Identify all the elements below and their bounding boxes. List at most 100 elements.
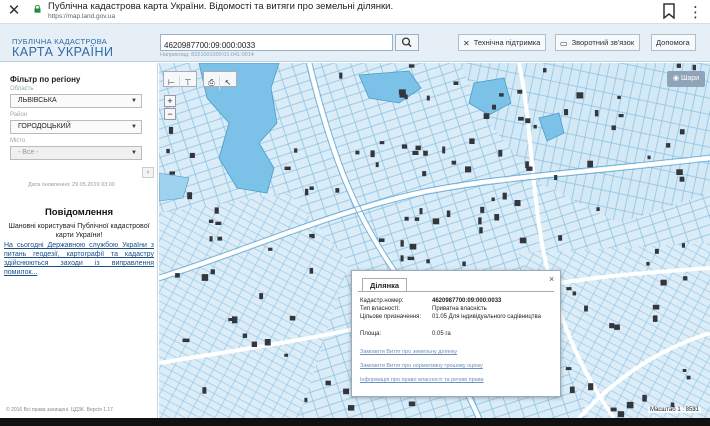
close-icon[interactable]: × xyxy=(549,274,554,284)
rayon-label: Район xyxy=(10,112,28,118)
building-footprint xyxy=(692,64,696,71)
building-footprint xyxy=(432,218,440,225)
building-footprint xyxy=(686,375,691,380)
building-footprint xyxy=(415,145,421,151)
building-footprint xyxy=(414,217,420,221)
building-footprint xyxy=(618,114,624,118)
tool-group-measure: ⊢ ⊤ xyxy=(163,71,197,90)
order-valuation-link[interactable]: Замовити Витяг про нормативну грошову оц… xyxy=(360,363,483,369)
measure-area-icon[interactable]: ⊤ xyxy=(180,76,196,90)
building-footprint xyxy=(609,323,615,329)
notification-title: Повідомлення xyxy=(44,207,114,218)
rayon-select[interactable]: ГОРОДОЦЬКИЙ ▼ xyxy=(10,120,142,134)
row-label: Площа: xyxy=(360,331,382,337)
building-footprint xyxy=(375,162,379,168)
layers-button[interactable]: ◉ Шари xyxy=(667,71,705,87)
row-label: Тип власності: xyxy=(360,306,400,312)
search-input[interactable] xyxy=(161,38,392,53)
help-label: Допомога xyxy=(656,38,690,47)
building-footprint xyxy=(399,93,407,98)
browser-page-title: Публічна кадастрова карта України. Відом… xyxy=(48,1,394,12)
oblast-select[interactable]: ЛЬВІВСЬКА ▼ xyxy=(10,94,142,108)
chevron-down-icon: ▼ xyxy=(131,150,137,156)
building-footprint xyxy=(683,276,688,281)
building-footprint xyxy=(379,141,385,145)
building-footprint xyxy=(304,397,308,403)
building-footprint xyxy=(232,316,238,324)
building-footprint xyxy=(584,305,588,312)
building-footprint xyxy=(412,151,419,155)
collapse-sidebar-button[interactable]: ‹ xyxy=(142,167,154,178)
building-footprint xyxy=(379,238,385,242)
building-footprint xyxy=(264,339,271,346)
building-footprint xyxy=(426,259,430,264)
tab-parcel[interactable]: Ділянка xyxy=(362,278,408,292)
misto-select[interactable]: - Все - ▼ xyxy=(10,146,142,160)
print-icon[interactable]: ⎙ xyxy=(204,76,220,90)
select-cursor-icon[interactable]: ↖ xyxy=(220,76,236,90)
building-footprint xyxy=(208,219,214,223)
building-footprint xyxy=(404,216,409,221)
help-button[interactable]: Допомога xyxy=(651,34,696,51)
building-footprint xyxy=(652,304,660,310)
building-footprint xyxy=(525,118,531,124)
building-footprint xyxy=(419,208,423,215)
building-footprint xyxy=(554,175,558,180)
wrench-icon: ✕ xyxy=(463,38,470,48)
system-nav-bar xyxy=(0,418,710,426)
building-footprint xyxy=(343,388,349,395)
ownership-info-link[interactable]: Інформація про право власності та речові… xyxy=(360,377,484,383)
search-button[interactable] xyxy=(395,34,419,51)
cadastral-map[interactable]: ⊢ ⊤ ⎙ ↖ ◉ Шари + − Масштаб 1 : 8531 Ділянк… xyxy=(159,63,710,418)
search-icon xyxy=(401,37,412,48)
building-footprint xyxy=(400,255,404,262)
parcel-popup: Ділянка × Кадастр.номер: 4620987700:09:0… xyxy=(351,270,561,397)
ownership-type: Приватна власність xyxy=(432,306,487,312)
zoom-out-button[interactable]: − xyxy=(164,108,176,120)
purpose: 01.05 Для індивідуального садівництва xyxy=(432,314,541,320)
feedback-button[interactable]: ▭ Зворотний зв'язок xyxy=(555,34,641,51)
building-footprint xyxy=(210,269,215,275)
building-footprint xyxy=(284,166,291,171)
area: 0.05 га xyxy=(432,331,451,337)
building-footprint xyxy=(242,333,248,338)
building-footprint xyxy=(576,92,584,99)
building-footprint xyxy=(217,236,223,241)
support-button[interactable]: ✕ Технічна підтримка xyxy=(458,34,547,51)
building-footprint xyxy=(168,126,174,134)
logo-line2[interactable]: КАРТА УКРАЇНИ xyxy=(12,45,113,59)
building-footprint xyxy=(309,267,314,274)
building-footprint xyxy=(442,146,446,154)
building-footprint xyxy=(498,149,503,157)
measure-line-icon[interactable]: ⊢ xyxy=(164,76,180,90)
building-footprint xyxy=(594,110,599,117)
envelope-icon: ▭ xyxy=(560,38,568,48)
close-icon[interactable]: ✕ xyxy=(6,2,22,20)
misto-value: - Все - xyxy=(18,149,39,156)
building-footprint xyxy=(407,256,415,261)
more-menu-icon[interactable]: ⋮ xyxy=(688,3,703,21)
building-footprint xyxy=(611,125,616,131)
building-footprint xyxy=(564,109,569,116)
order-extract-link[interactable]: Замовити Витяг про земельну ділянку xyxy=(360,349,457,355)
search-field[interactable] xyxy=(160,34,393,53)
building-footprint xyxy=(309,234,314,238)
building-footprint xyxy=(682,369,687,372)
building-footprint xyxy=(646,261,650,266)
building-footprint xyxy=(462,261,466,267)
building-footprint xyxy=(679,176,685,182)
bookmark-icon[interactable] xyxy=(662,3,676,19)
building-footprint xyxy=(566,287,572,291)
building-footprint xyxy=(666,143,671,148)
building-footprint xyxy=(660,279,667,286)
browser-url[interactable]: https://map.land.gov.ua xyxy=(48,13,115,20)
building-footprint xyxy=(289,315,296,321)
notification-link[interactable]: На сьогодні Державною службою України з … xyxy=(4,241,154,277)
row-label: Цільове призначення: xyxy=(360,314,422,320)
building-footprint xyxy=(517,89,523,94)
building-footprint xyxy=(348,405,355,411)
building-footprint xyxy=(182,338,190,343)
zoom-in-button[interactable]: + xyxy=(164,95,176,107)
building-footprint xyxy=(201,274,209,281)
building-footprint xyxy=(543,68,547,73)
